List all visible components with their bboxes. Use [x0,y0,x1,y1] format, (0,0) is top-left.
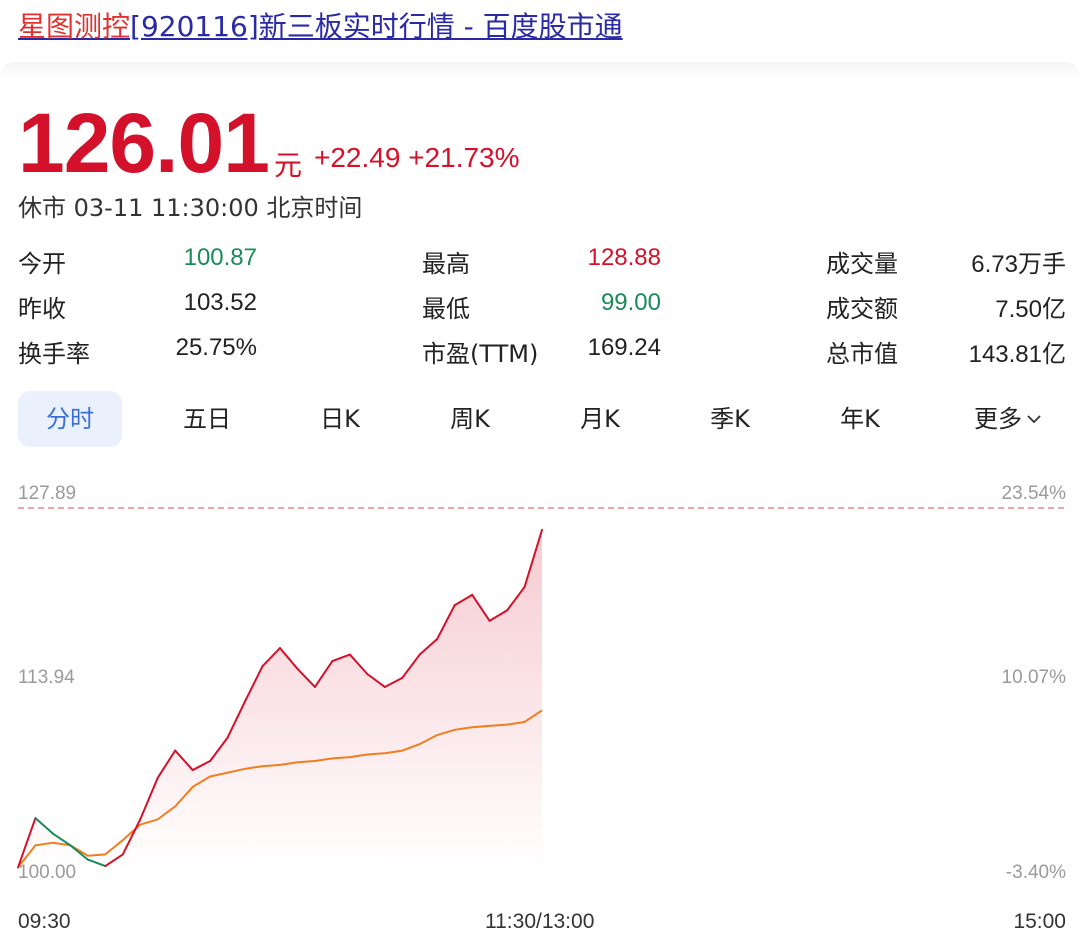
market-status: 休市 03-11 11:30:00 北京时间 [18,194,363,222]
y-left-label-top: 127.89 [18,483,77,504]
quote-price-row: 126.01 元 +22.49 +21.73% [18,96,520,190]
tab-more[interactable]: 更多 [948,391,1068,447]
tab-monthly-k[interactable]: 月K [548,391,652,447]
page-title-stock-name[interactable]: 星图测控 [18,10,130,43]
price-unit: 元 [274,149,303,182]
stat-value-market-cap: 143.81亿 [968,341,1066,368]
x-label-midday: 11:30/13:00 [485,910,595,933]
y-right-label-top: 23.54% [1001,483,1066,504]
chart-canvas [17,507,1066,870]
y-right-label-bottom: -3.40% [1005,862,1066,883]
tab-quarterly-k[interactable]: 季K [678,391,782,447]
change-percent: +21.73% [408,142,520,173]
intraday-chart[interactable]: 127.89 113.94 100.00 23.54% 10.07% -3.40… [0,460,1080,936]
y-left-label-bottom: 100.00 [18,862,77,883]
stat-label-open: 今开 [18,250,66,278]
tab-more-label: 更多 [974,405,1022,433]
stat-label-pe-ttm: 市盈(TTM) [422,340,539,368]
stat-value-low: 99.00 [600,289,661,316]
stat-label-prev-close: 昨收 [18,295,66,323]
stat-label-volume: 成交量 [826,250,898,278]
stat-label-turnover: 成交额 [826,295,898,323]
stat-value-pe-ttm: 169.24 [587,334,661,361]
chart-period-tabs: 分时 五日 日K 周K 月K 季K 年K 更多 [18,391,1068,447]
y-left-label-mid: 113.94 [18,667,75,688]
stat-value-open: 100.87 [183,244,257,271]
x-label-close: 15:00 [1013,910,1066,933]
current-price: 126.01 [18,96,270,190]
tab-weekly-k[interactable]: 周K [418,391,522,447]
card-top [0,62,1080,80]
chevron-down-icon [1026,389,1042,445]
x-label-open: 09:30 [18,910,71,933]
tab-intraday[interactable]: 分时 [18,391,122,447]
stat-label-market-cap: 总市值 [826,340,898,368]
change-amount: +22.49 [314,142,401,173]
stat-value-turnover: 7.50亿 [995,296,1066,323]
price-change: +22.49 +21.73% [314,142,520,174]
tab-five-day[interactable]: 五日 [155,391,259,447]
stat-value-turnover-rate: 25.75% [175,334,257,361]
tab-daily-k[interactable]: 日K [288,391,392,447]
stat-label-high: 最高 [422,250,470,278]
tab-yearly-k[interactable]: 年K [808,391,912,447]
y-right-label-mid: 10.07% [1001,667,1066,688]
stat-value-high: 128.88 [587,244,661,271]
price-area-fill [18,529,542,870]
page-title-rest[interactable]: [920116]新三板实时行情 - 百度股市通 [130,10,623,43]
stat-value-volume: 6.73万手 [971,251,1066,278]
stats-grid: 今开 100.87 最高 128.88 成交量 6.73万手 昨收 103.52… [18,238,1068,370]
stat-value-prev-close: 103.52 [183,289,257,316]
stat-label-low: 最低 [422,295,470,323]
page-title-link[interactable]: 星图测控[920116]新三板实时行情 - 百度股市通 [18,8,623,46]
stat-label-turnover-rate: 换手率 [18,340,90,368]
